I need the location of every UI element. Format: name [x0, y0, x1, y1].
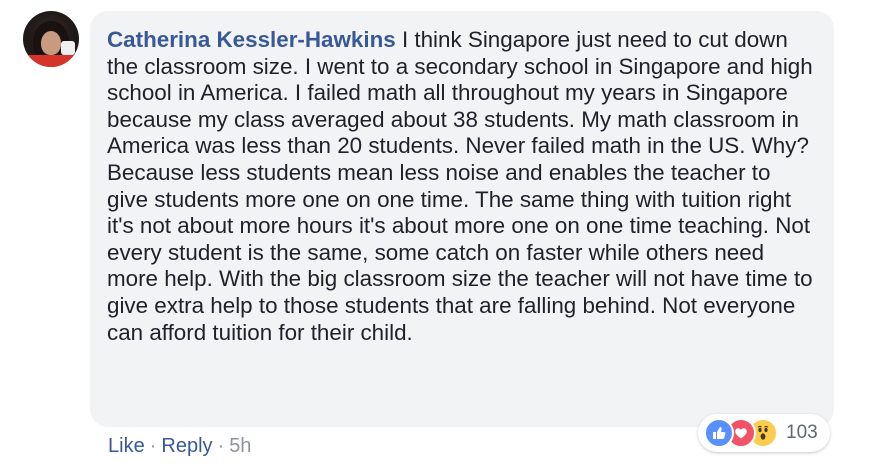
comment-text: I think Singapore just need to cut down … — [107, 27, 813, 345]
author-name-link[interactable]: Catherina Kessler-Hawkins — [107, 27, 396, 52]
action-separator: · — [217, 435, 225, 457]
like-link[interactable]: Like — [108, 435, 145, 457]
action-separator: · — [149, 435, 157, 457]
timestamp-link[interactable]: 5h — [229, 435, 251, 457]
avatar[interactable] — [23, 11, 79, 67]
comment-actions: Like · Reply · 5h — [108, 433, 251, 459]
like-icon — [704, 418, 734, 448]
reactions-summary[interactable]: 103 — [698, 414, 830, 452]
reply-link[interactable]: Reply — [161, 435, 212, 457]
comment-body: Catherina Kessler-Hawkins I think Singap… — [107, 27, 813, 346]
reaction-count: 103 — [786, 422, 818, 443]
comment-bubble: Catherina Kessler-Hawkins I think Singap… — [90, 11, 834, 427]
